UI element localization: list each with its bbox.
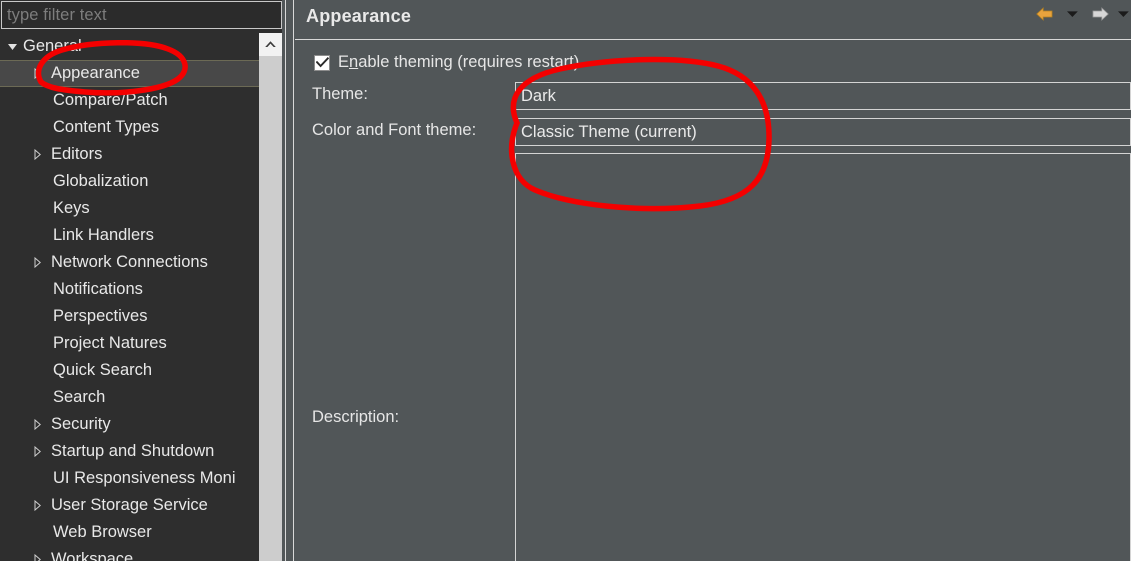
filter-placeholder: type filter text — [7, 5, 107, 24]
tree-expand-toggle[interactable] — [29, 554, 46, 561]
tree-expand-toggle[interactable] — [29, 500, 46, 511]
chevron-down-filled-icon — [8, 44, 17, 50]
sidebar-scrollbar[interactable] — [259, 33, 282, 561]
enable-theming-label-prefix: E — [338, 53, 350, 71]
sidebar-item-label: Search — [53, 388, 106, 406]
sidebar-item-web-browser[interactable]: Web Browser — [0, 519, 259, 546]
sidebar-item-notifications[interactable]: Notifications — [0, 276, 259, 303]
sidebar-item-quick-search[interactable]: Quick Search — [0, 357, 259, 384]
forward-button[interactable] — [1089, 4, 1111, 24]
sidebar-item-label: Content Types — [53, 118, 160, 136]
theme-preview-listbox[interactable] — [515, 153, 1131, 561]
back-history-dropdown[interactable] — [1061, 4, 1083, 24]
sidebar-item-label: Startup and Shutdown — [51, 442, 215, 460]
sidebar-item-user-storage-service[interactable]: User Storage Service — [0, 492, 259, 519]
chevron-right-icon — [34, 446, 41, 457]
back-arrow-icon — [1035, 7, 1052, 21]
chevron-right-icon — [34, 419, 41, 430]
forward-arrow-icon — [1092, 7, 1109, 21]
sidebar-item-label: Compare/Patch — [53, 91, 168, 109]
sidebar-item-label: UI Responsiveness Moni — [53, 469, 236, 487]
forward-history-dropdown[interactable] — [1117, 4, 1131, 24]
preferences-content: Appearance Enable theming (requires rest… — [288, 0, 1131, 561]
theme-label: Theme: — [312, 85, 368, 103]
chevron-right-icon — [34, 149, 41, 160]
sidebar-item-label: Notifications — [53, 280, 143, 298]
panel-separator — [285, 0, 286, 561]
page-title: Appearance — [306, 6, 412, 26]
sidebar-item-label: Workspace — [51, 550, 134, 561]
sidebar-item-label: Appearance — [51, 64, 140, 82]
sidebar-item-label: Globalization — [53, 172, 149, 190]
tree-collapse-toggle[interactable] — [4, 42, 21, 51]
navigation-toolbar — [1033, 3, 1131, 25]
sidebar-item-label: Editors — [51, 145, 103, 163]
sidebar-item-keys[interactable]: Keys — [0, 195, 259, 222]
enable-theming-checkbox[interactable] — [314, 54, 330, 71]
preferences-window: type filter text General Appearance Compar… — [0, 0, 1131, 561]
sidebar-item-network-connections[interactable]: Network Connections — [0, 249, 259, 276]
chevron-right-icon — [34, 68, 41, 79]
sidebar-item-perspectives[interactable]: Perspectives — [0, 303, 259, 330]
sidebar-item-label: Keys — [53, 199, 90, 217]
filter-input[interactable]: type filter text — [1, 1, 282, 29]
title-underline — [295, 39, 1131, 40]
sidebar-item-label: Link Handlers — [53, 226, 154, 244]
preferences-tree[interactable]: General Appearance Compare/Patch Content Ty… — [0, 33, 288, 561]
checkmark-icon — [315, 57, 329, 68]
sidebar-item-globalization[interactable]: Globalization — [0, 168, 259, 195]
description-label: Description: — [312, 408, 400, 426]
color-font-theme-combobox[interactable]: Classic Theme (current) — [515, 118, 1131, 146]
chevron-up-icon — [265, 41, 276, 47]
color-font-theme-value: Classic Theme (current) — [521, 122, 697, 141]
sidebar-item-content-types[interactable]: Content Types — [0, 114, 259, 141]
scrollbar-thumb[interactable] — [259, 56, 282, 561]
sidebar-item-security[interactable]: Security — [0, 411, 259, 438]
color-font-theme-label: Color and Font theme: — [312, 121, 477, 139]
sidebar-item-label: Project Natures — [53, 334, 167, 352]
sidebar-item-label: General — [23, 37, 82, 55]
preferences-sidebar: type filter text General Appearance Compar… — [0, 0, 288, 561]
back-button[interactable] — [1033, 4, 1055, 24]
sidebar-item-project-natures[interactable]: Project Natures — [0, 330, 259, 357]
sidebar-item-editors[interactable]: Editors — [0, 141, 259, 168]
theme-combobox[interactable]: Dark — [515, 82, 1131, 110]
sidebar-item-compare-patch[interactable]: Compare/Patch — [0, 87, 259, 114]
tree-expand-toggle[interactable] — [29, 419, 46, 430]
sidebar-item-label: Web Browser — [53, 523, 152, 541]
chevron-right-icon — [34, 257, 41, 268]
sidebar-item-general[interactable]: General — [0, 33, 259, 60]
tree-expand-toggle[interactable] — [29, 446, 46, 457]
tree-expand-toggle[interactable] — [29, 149, 46, 160]
sidebar-item-search[interactable]: Search — [0, 384, 259, 411]
sidebar-item-appearance[interactable]: Appearance — [0, 60, 259, 87]
content-left-border — [293, 0, 294, 561]
scrollbar-up-button[interactable] — [259, 33, 282, 56]
sidebar-item-ui-responsiveness-moni[interactable]: UI Responsiveness Moni — [0, 465, 259, 492]
sidebar-item-workspace[interactable]: Workspace — [0, 546, 259, 561]
sidebar-item-label: Perspectives — [53, 307, 148, 325]
sidebar-item-label: Security — [51, 415, 111, 433]
enable-theming-label: Enable theming (requires restart) — [338, 53, 579, 72]
enable-theming-label-suffix: able theming (requires restart) — [358, 53, 580, 71]
sidebar-item-label: Quick Search — [53, 361, 153, 379]
chevron-down-icon — [1118, 11, 1129, 17]
chevron-right-icon — [34, 500, 41, 511]
enable-theming-row[interactable]: Enable theming (requires restart) — [314, 53, 579, 72]
tree-expand-toggle[interactable] — [29, 68, 46, 79]
enable-theming-label-mnemonic: n — [349, 53, 359, 71]
sidebar-item-label: Network Connections — [51, 253, 208, 271]
chevron-right-icon — [34, 554, 41, 561]
tree-expand-toggle[interactable] — [29, 257, 46, 268]
theme-value: Dark — [521, 86, 556, 105]
sidebar-item-label: User Storage Service — [51, 496, 208, 514]
sidebar-item-link-handlers[interactable]: Link Handlers — [0, 222, 259, 249]
sidebar-item-startup-and-shutdown[interactable]: Startup and Shutdown — [0, 438, 259, 465]
chevron-down-icon — [1066, 11, 1078, 17]
